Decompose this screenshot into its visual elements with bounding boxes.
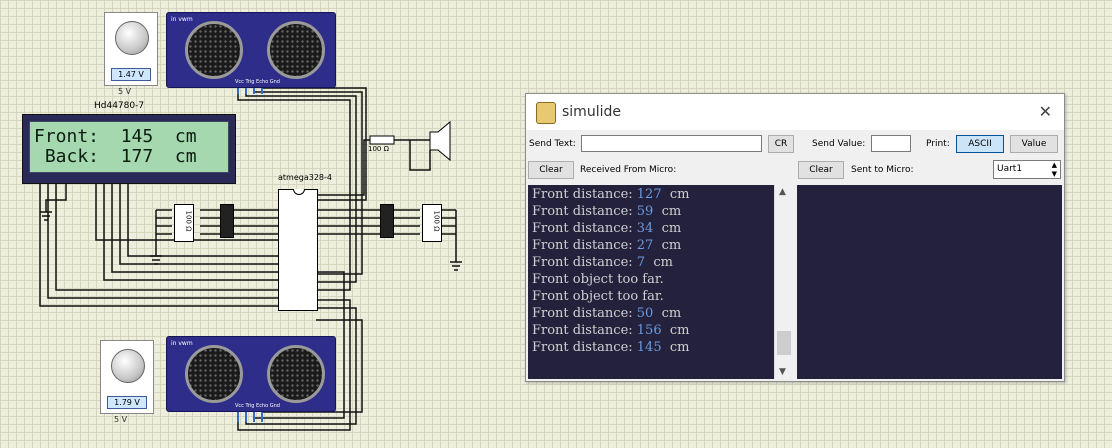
- send-value-input[interactable]: [871, 135, 911, 152]
- atmega-chip[interactable]: [278, 189, 318, 311]
- received-console[interactable]: Front distance: 127 cm Front distance: 59…: [528, 185, 774, 379]
- print-label: Print:: [926, 139, 950, 149]
- clear-sent-button[interactable]: Clear: [798, 161, 844, 179]
- uart-select[interactable]: Uart1 ▲ ▼: [993, 160, 1061, 179]
- spinner-icon: ▲ ▼: [1051, 161, 1057, 178]
- switch-block-left[interactable]: [220, 204, 234, 238]
- ultrasonic-sensor-top[interactable]: in vwm Vcc Trig Echo Gnd: [166, 12, 336, 88]
- sent-console[interactable]: [797, 185, 1062, 379]
- console-line: Front distance: 27 cm: [532, 238, 682, 253]
- lcd-name: Hd44780-7: [94, 101, 145, 111]
- value-button[interactable]: Value: [1010, 135, 1058, 153]
- potentiometer-bottom[interactable]: 1.79 V: [100, 340, 154, 414]
- console-line: Front distance: 34 cm: [532, 221, 682, 236]
- console-line: Front distance: 127 cm: [532, 187, 690, 202]
- send-text-label: Send Text:: [529, 139, 576, 149]
- ultrasonic-sensor-bottom[interactable]: in vwm Vcc Trig Echo Gnd: [166, 336, 336, 412]
- cr-button[interactable]: CR: [768, 135, 794, 153]
- app-icon: [536, 102, 556, 124]
- lcd-line-1: Front: 145 cm: [34, 126, 197, 147]
- knob-icon[interactable]: [111, 349, 145, 383]
- console-line: Front object too far.: [532, 289, 664, 304]
- send-value-label: Send Value:: [812, 139, 866, 149]
- window-title: simulide: [562, 104, 621, 120]
- switch-block-right[interactable]: [380, 204, 394, 238]
- scroll-up-icon[interactable]: ▲: [779, 187, 786, 197]
- sensor-eye-icon: [185, 21, 243, 79]
- resistor-array-right[interactable]: 100 Ω: [422, 204, 442, 242]
- pot-top-supply: 5 V: [118, 87, 132, 96]
- sensor-label: in vwm: [171, 340, 193, 347]
- sensor-label: in vwm: [171, 16, 193, 23]
- sent-label: Sent to Micro:: [851, 165, 914, 175]
- sensor-eye-icon: [267, 21, 325, 79]
- console-line: Front distance: 59 cm: [532, 204, 682, 219]
- lcd-screen: Front: 145 cm Back: 177 cm: [29, 121, 229, 173]
- ascii-button[interactable]: ASCII: [956, 135, 1004, 153]
- console-line: Front distance: 7 cm: [532, 255, 673, 270]
- pot-top-value: 1.47 V: [111, 68, 151, 81]
- received-label: Received From Micro:: [580, 165, 677, 175]
- chip-notch: [293, 189, 305, 195]
- console-line: Front object too far.: [532, 272, 664, 287]
- sensor-pins: Vcc Trig Echo Gnd: [235, 79, 280, 85]
- console-line: Front distance: 50 cm: [532, 306, 682, 321]
- lcd-line-2: Back: 177 cm: [34, 146, 197, 167]
- sensor-pins: Vcc Trig Echo Gnd: [235, 403, 280, 409]
- send-text-input[interactable]: [581, 135, 762, 152]
- knob-icon[interactable]: [115, 21, 149, 55]
- lcd-display[interactable]: Front: 145 cm Back: 177 cm: [22, 114, 236, 184]
- resistor-label: 100 Ω: [368, 145, 389, 153]
- console-line: Front distance: 156 cm: [532, 323, 690, 338]
- potentiometer-top[interactable]: 1.47 V: [104, 12, 158, 86]
- title-bar[interactable]: simulide ✕: [526, 94, 1064, 130]
- console-line: Front distance: 145 cm: [532, 340, 690, 355]
- chip-name: atmega328-4: [278, 173, 332, 182]
- sensor-eye-icon: [185, 345, 243, 403]
- close-icon[interactable]: ✕: [1039, 102, 1052, 121]
- resistor-array-left[interactable]: 100 Ω: [174, 204, 194, 242]
- uart-selected-value: Uart1: [997, 164, 1023, 174]
- scroll-thumb[interactable]: [777, 331, 791, 355]
- clear-received-button[interactable]: Clear: [528, 161, 574, 179]
- console-scrollbar[interactable]: ▲ ▼: [774, 185, 793, 379]
- sensor-eye-icon: [267, 345, 325, 403]
- serial-monitor-window: simulide ✕ Send Text: CR Send Value: Pri…: [525, 93, 1065, 382]
- pot-bottom-value: 1.79 V: [107, 396, 147, 409]
- pot-bottom-supply: 5 V: [114, 415, 128, 424]
- scroll-down-icon[interactable]: ▼: [779, 367, 786, 377]
